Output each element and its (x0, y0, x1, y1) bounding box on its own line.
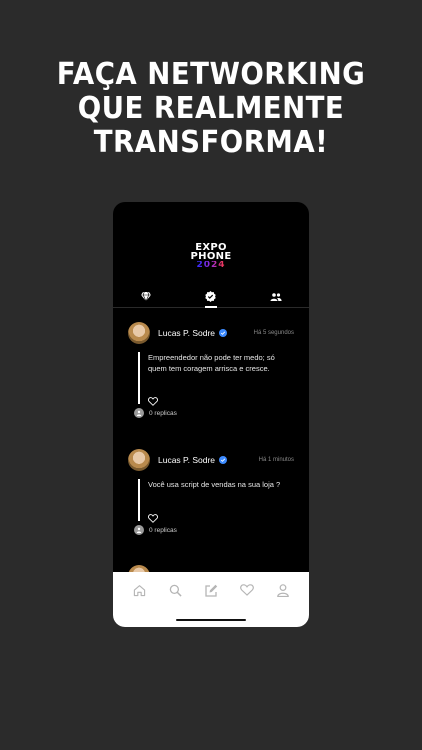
diamond-icon (140, 292, 151, 301)
nav-likes[interactable] (231, 584, 263, 598)
headline-line-2: QUE REALMENTE (77, 91, 345, 126)
reply-avatar-icon (134, 408, 144, 418)
post-text: Empreendedor não pode ter medo; só quem … (148, 353, 275, 373)
compose-icon (205, 584, 218, 597)
avatar[interactable] (128, 449, 150, 471)
replies-link[interactable]: 0 replicas (134, 525, 177, 535)
avatar[interactable] (128, 322, 150, 344)
logo-line-3: 2024 (196, 260, 226, 270)
post-time: Há 1 minutos (258, 457, 294, 463)
thread-line (138, 352, 140, 404)
search-icon (169, 584, 182, 597)
reply-avatar-icon (134, 525, 144, 535)
post-author[interactable]: Lucas P. Sodre (158, 455, 228, 465)
home-indicator[interactable] (176, 619, 246, 621)
headline-line-1: FAÇA NETWORKING (56, 57, 366, 92)
nav-compose[interactable] (195, 584, 227, 598)
verified-icon (219, 329, 228, 337)
tab-people[interactable] (244, 286, 309, 307)
verified-badge-icon (205, 291, 217, 302)
nav-profile[interactable] (267, 584, 299, 598)
post-text: Você usa script de vendas na sua loja ? (148, 480, 281, 489)
author-name: Lucas P. Sodre (158, 455, 216, 465)
post-author[interactable]: Lucas P. Sodre (158, 328, 228, 338)
thread-line (138, 479, 140, 521)
app-logo: EXPO PHONE 2024 (113, 243, 309, 270)
heart-icon (148, 397, 158, 406)
bottom-nav (113, 572, 309, 627)
tab-verified[interactable] (178, 286, 243, 308)
profile-icon (277, 584, 289, 597)
post-time: Há 5 segundos (253, 330, 294, 336)
headline: FAÇA NETWORKING QUE REALMENTE TRANSFORMA… (17, 58, 405, 160)
feed-tabs (113, 286, 309, 308)
verified-icon (219, 456, 228, 464)
headline-line-3: TRANSFORMA! (93, 125, 329, 160)
heart-icon (148, 514, 158, 523)
active-tab-indicator (204, 306, 217, 308)
replies-link[interactable]: 0 replicas (134, 408, 177, 418)
home-icon (133, 585, 145, 597)
heart-icon (240, 584, 254, 596)
nav-home[interactable] (123, 584, 155, 598)
nav-search[interactable] (159, 584, 191, 598)
author-name: Lucas P. Sodre (158, 328, 216, 338)
replies-count: 0 replicas (149, 526, 177, 534)
people-icon (270, 292, 282, 301)
replies-count: 0 replicas (149, 409, 177, 417)
tab-diamond[interactable] (113, 286, 178, 307)
phone-screen: EXPO PHONE 2024 Lucas P. Sodre Há 5 segu… (113, 202, 309, 627)
